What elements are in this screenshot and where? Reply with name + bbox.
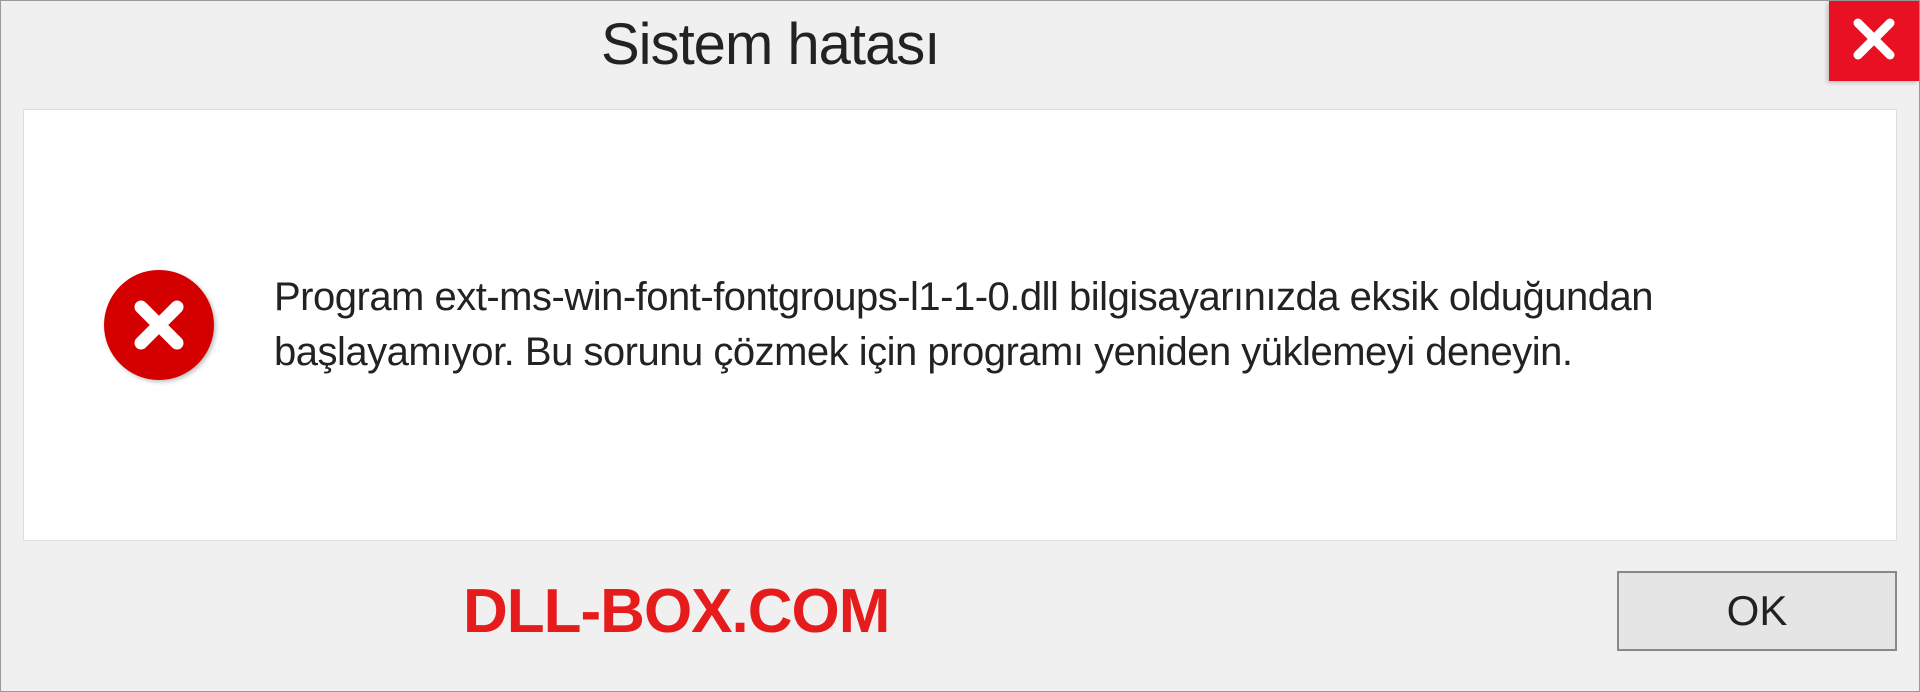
dialog-title: Sistem hatası	[601, 11, 939, 78]
titlebar: Sistem hatası	[1, 1, 1919, 101]
ok-button[interactable]: OK	[1617, 571, 1897, 651]
close-icon	[1852, 17, 1896, 66]
close-button[interactable]	[1829, 1, 1919, 81]
watermark-text: DLL-BOX.COM	[463, 576, 889, 647]
footer: DLL-BOX.COM OK	[1, 541, 1919, 691]
content-area: Program ext-ms-win-font-fontgroups-l1-1-…	[23, 109, 1897, 541]
error-icon	[104, 270, 214, 380]
error-message: Program ext-ms-win-font-fontgroups-l1-1-…	[274, 270, 1836, 380]
error-dialog: Sistem hatası Program ext-ms-win-font-fo…	[0, 0, 1920, 692]
